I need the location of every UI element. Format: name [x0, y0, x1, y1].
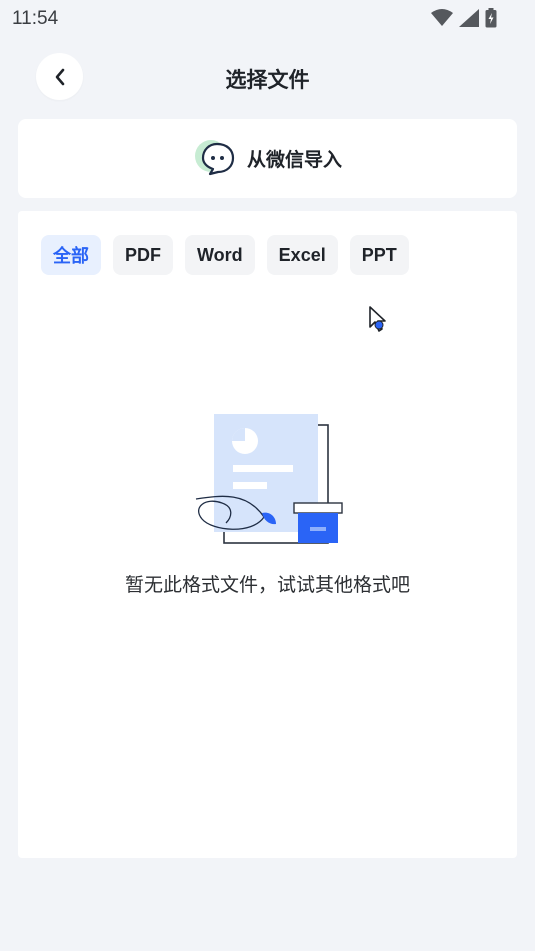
wechat-import-label: 从微信导入	[246, 149, 342, 171]
battery-icon	[485, 8, 497, 28]
header: 选择文件	[0, 52, 535, 102]
tab-word[interactable]: Word	[185, 235, 255, 275]
page-title: 选择文件	[225, 68, 310, 92]
wifi-icon	[431, 9, 453, 26]
signal-icon	[459, 9, 479, 27]
empty-state-message: 暂无此格式文件，试试其他格式吧	[124, 574, 410, 596]
empty-document-illustration	[195, 414, 343, 544]
file-list-panel: 全部 PDF Word Excel PPT 暂无此格式文件，试试其他格式吧	[18, 211, 517, 858]
tab-all[interactable]: 全部	[41, 235, 101, 275]
tab-ppt[interactable]: PPT	[349, 235, 409, 275]
tab-pdf[interactable]: PDF	[113, 235, 173, 275]
tab-excel[interactable]: Excel	[266, 235, 338, 275]
status-icons	[431, 8, 497, 28]
mouse-cursor-icon	[369, 306, 386, 332]
format-tabs: 全部 PDF Word Excel PPT	[41, 235, 409, 275]
status-bar: 11:54	[0, 0, 535, 36]
wechat-icon	[194, 139, 235, 175]
wechat-import-button[interactable]: 从微信导入	[18, 119, 517, 198]
status-time: 11:54	[12, 8, 59, 29]
